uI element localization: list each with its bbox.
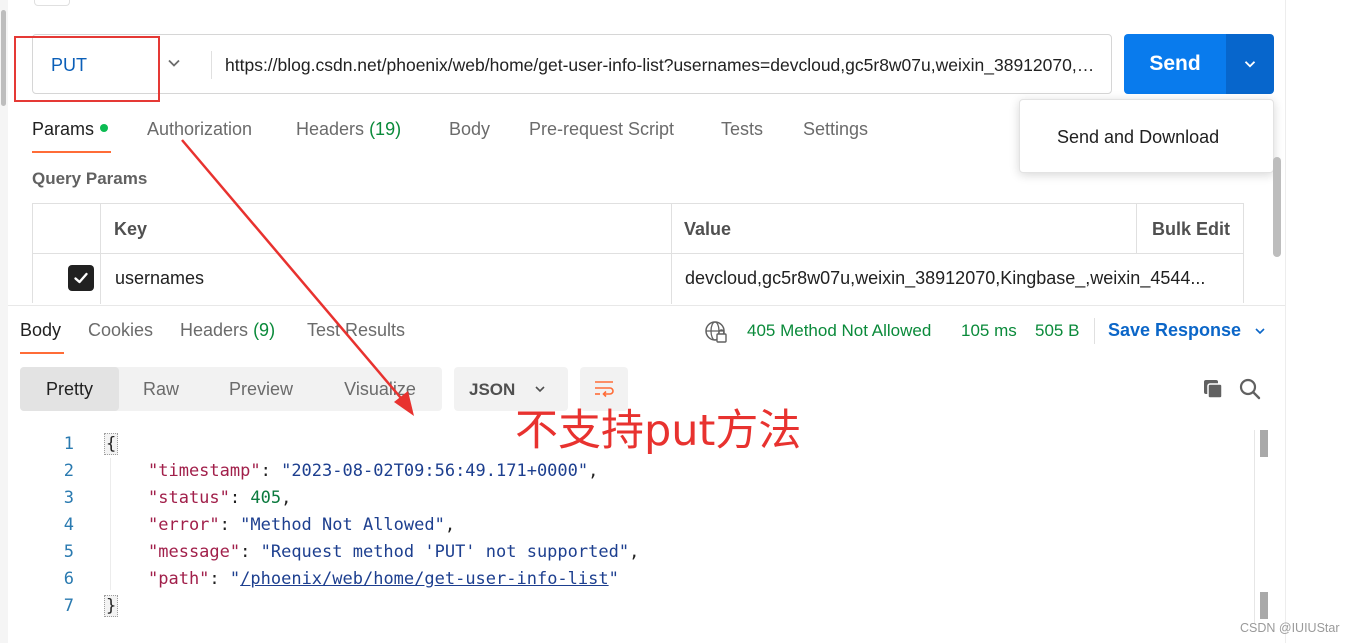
params-tab-underline xyxy=(32,151,111,153)
view-pretty-button[interactable]: Pretty xyxy=(20,367,119,411)
left-panel-strip xyxy=(0,0,8,643)
request-bar: PUT https://blog.csdn.net/phoenix/web/ho… xyxy=(32,34,1112,94)
globe-lock-icon[interactable] xyxy=(704,320,728,344)
panel-resize-handle[interactable] xyxy=(1,10,6,106)
json-key: "status" xyxy=(148,488,230,508)
line-number: 4 xyxy=(63,515,74,535)
json-key: "path" xyxy=(148,569,210,589)
search-icon[interactable] xyxy=(1238,377,1262,401)
bulk-edit-button[interactable]: Bulk Edit xyxy=(1152,219,1230,240)
resp-tab-cookies[interactable]: Cookies xyxy=(88,320,153,341)
save-response-button[interactable]: Save Response xyxy=(1108,320,1268,341)
resp-tab-headers-label: Headers xyxy=(180,320,249,340)
line-number: 6 xyxy=(63,569,74,589)
response-status[interactable]: 405 Method Not Allowed xyxy=(747,321,931,341)
json-key: "error" xyxy=(148,515,220,535)
column-header-key: Key xyxy=(114,219,148,239)
response-size[interactable]: 505 B xyxy=(1035,321,1079,341)
chevron-down-icon xyxy=(535,386,545,393)
resp-tab-headers[interactable]: Headers (9) xyxy=(180,320,275,341)
json-string: "Request method 'PUT' not supported" xyxy=(260,542,630,562)
resp-tab-test-results[interactable]: Test Results xyxy=(307,320,405,341)
table-col-divider xyxy=(1136,204,1137,253)
column-header-value: Value xyxy=(684,219,732,239)
json-string: "Method Not Allowed" xyxy=(240,515,445,535)
param-value-cell[interactable]: devcloud,gc5r8w07u,weixin_38912070,Kingb… xyxy=(685,268,1235,289)
tab-headers[interactable]: Headers (19) xyxy=(296,119,401,140)
tab-headers-count: (19) xyxy=(369,119,402,139)
send-button[interactable]: Send xyxy=(1124,34,1226,94)
code-line: } xyxy=(104,595,119,617)
resp-tab-body[interactable]: Body xyxy=(20,320,61,341)
send-and-download-item[interactable]: Send and Download xyxy=(1057,127,1219,148)
view-visualize-button[interactable]: Visualize xyxy=(330,367,430,411)
chevron-down-icon xyxy=(1255,328,1265,335)
line-number: 3 xyxy=(63,488,74,508)
tab-body[interactable]: Body xyxy=(449,119,490,140)
json-key: "timestamp" xyxy=(148,461,261,481)
json-brace: } xyxy=(104,595,119,617)
json-quote: " xyxy=(608,569,619,589)
code-scrollbar-bottom[interactable] xyxy=(1260,592,1268,619)
json-path-link[interactable]: /phoenix/web/home/get-user-info-list xyxy=(240,569,608,589)
table-row-divider xyxy=(33,253,1244,254)
param-key-cell[interactable]: usernames xyxy=(115,268,655,289)
send-dropdown-menu: Send and Download xyxy=(1019,99,1274,173)
format-label: JSON xyxy=(469,380,516,399)
check-icon xyxy=(74,272,88,284)
tab-headers-label: Headers xyxy=(296,119,365,139)
body-tab-underline xyxy=(20,352,64,354)
chevron-down-icon xyxy=(1244,61,1256,68)
code-line: { xyxy=(104,433,119,455)
code-line: "error": "Method Not Allowed", xyxy=(148,515,456,535)
query-params-title: Query Params xyxy=(32,169,148,188)
json-string: "2023-08-02T09:56:49.171+0000" xyxy=(281,461,589,481)
chevron-down-icon xyxy=(168,59,180,67)
code-line: "message": "Request method 'PUT' not sup… xyxy=(148,542,640,562)
top-tab-stub xyxy=(34,0,70,6)
table-col-divider xyxy=(100,204,101,304)
line-number: 7 xyxy=(63,596,74,616)
resp-headers-count: (9) xyxy=(253,320,276,340)
code-line: "status": 405, xyxy=(148,488,292,508)
url-input[interactable]: https://blog.csdn.net/phoenix/web/home/g… xyxy=(225,55,1105,76)
param-enabled-checkbox[interactable] xyxy=(68,265,94,291)
view-mode-segmented: Pretty Raw Preview Visualize xyxy=(20,367,442,411)
annotation-label: 不支持put方法 xyxy=(515,406,802,456)
right-divider xyxy=(1285,0,1286,643)
send-options-button[interactable] xyxy=(1226,34,1274,94)
method-highlight-box xyxy=(14,36,160,102)
line-number: 2 xyxy=(63,461,74,481)
response-time[interactable]: 105 ms xyxy=(961,321,1017,341)
query-params-table: Key Value Bulk Edit usernames devcloud,g… xyxy=(32,203,1244,304)
tab-authorization[interactable]: Authorization xyxy=(147,119,252,140)
line-number: 1 xyxy=(63,434,74,454)
tab-params[interactable]: Params xyxy=(32,119,109,140)
code-line: "timestamp": "2023-08-02T09:56:49.171+00… xyxy=(148,461,599,481)
line-number: 5 xyxy=(63,542,74,562)
watermark: CSDN @IUIUStar xyxy=(1240,621,1340,635)
tab-pre-request-script[interactable]: Pre-request Script xyxy=(529,119,674,140)
indent-guide xyxy=(110,458,111,590)
code-line: "path": "/phoenix/web/home/get-user-info… xyxy=(148,569,619,589)
json-key: "message" xyxy=(148,542,241,562)
json-number: 405 xyxy=(250,488,282,508)
code-scroll-track xyxy=(1254,430,1255,623)
copy-icon[interactable] xyxy=(1201,377,1225,401)
tab-tests[interactable]: Tests xyxy=(721,119,763,140)
table-col-divider xyxy=(671,204,672,304)
view-raw-button[interactable]: Raw xyxy=(126,367,196,411)
json-brace: { xyxy=(104,433,119,455)
request-scrollbar[interactable] xyxy=(1273,157,1281,257)
json-quote: " xyxy=(229,569,241,589)
view-preview-button[interactable]: Preview xyxy=(213,367,309,411)
status-divider xyxy=(1094,318,1095,344)
tab-settings[interactable]: Settings xyxy=(803,119,868,140)
method-divider xyxy=(211,51,212,79)
pane-divider[interactable] xyxy=(8,305,1285,306)
tab-params-label: Params xyxy=(32,119,95,139)
save-response-label: Save Response xyxy=(1108,320,1242,340)
params-active-dot xyxy=(100,124,109,133)
code-scrollbar-top[interactable] xyxy=(1260,430,1268,457)
